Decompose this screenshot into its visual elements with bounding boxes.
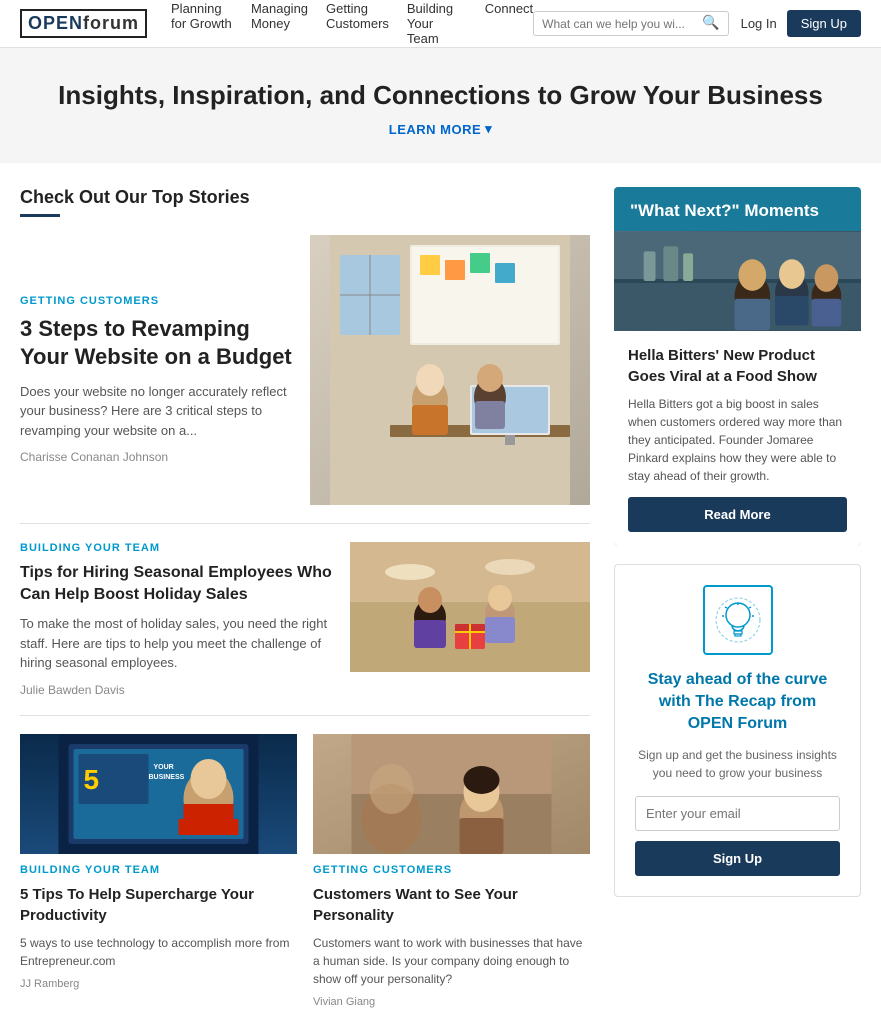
hero-section: Insights, Inspiration, and Connections t… xyxy=(0,48,881,163)
story-4-category[interactable]: GETTING CUSTOMERS xyxy=(313,864,590,876)
what-next-desc: Hella Bitters got a big boost in sales w… xyxy=(628,395,847,485)
left-column: Check Out Our Top Stories GETTING CUSTOM… xyxy=(20,187,590,1008)
story-4-image[interactable] xyxy=(313,734,590,854)
nav-getting[interactable]: Getting Customers xyxy=(326,1,389,46)
story-2-content: BUILDING YOUR TEAM Tips for Hiring Seaso… xyxy=(20,542,334,697)
newsletter-icon xyxy=(703,585,773,655)
story-2-desc: To make the most of holiday sales, you n… xyxy=(20,614,334,673)
what-next-title[interactable]: Hella Bitters' New Product Goes Viral at… xyxy=(628,345,847,387)
story-4-illustration xyxy=(313,734,590,854)
nav-links: Planning for Growth Managing Money Getti… xyxy=(171,1,533,46)
site-logo[interactable]: OPENforum xyxy=(20,9,147,38)
main-nav: OPENforum Planning for Growth Managing M… xyxy=(0,0,881,48)
story-4-title[interactable]: Customers Want to See Your Personality xyxy=(313,884,590,926)
story-3-illustration: msnbc 5 YOUR BUSINESS xyxy=(20,734,297,854)
signup-button[interactable]: Sign Up xyxy=(787,10,861,37)
login-button[interactable]: Log In xyxy=(741,16,777,31)
nav-planning[interactable]: Planning for Growth xyxy=(171,1,233,46)
nav-building[interactable]: Building Your Team xyxy=(407,1,467,46)
story-2: BUILDING YOUR TEAM Tips for Hiring Seaso… xyxy=(20,542,590,716)
story-1-illustration xyxy=(330,235,570,505)
hero-title: Insights, Inspiration, and Connections t… xyxy=(20,80,861,111)
auth-buttons: Log In Sign Up xyxy=(741,10,861,37)
stories-grid: msnbc 5 YOUR BUSINESS BUILDING YOUR TEAM xyxy=(20,734,590,1008)
story-2-illustration xyxy=(350,542,590,672)
story-1-desc: Does your website no longer accurately r… xyxy=(20,382,294,441)
story-1-content: GETTING CUSTOMERS 3 Steps to Revamping Y… xyxy=(20,235,310,505)
story-3-desc: 5 ways to use technology to accomplish m… xyxy=(20,934,297,970)
what-next-body: Hella Bitters' New Product Goes Viral at… xyxy=(614,331,861,546)
story-1-title[interactable]: 3 Steps to Revamping Your Website on a B… xyxy=(20,315,294,372)
newsletter-desc: Sign up and get the business insights yo… xyxy=(635,746,840,782)
what-next-header: "What Next?" Moments xyxy=(614,187,861,231)
newsletter-title: Stay ahead of the curve with The Recap f… xyxy=(635,669,840,736)
story-1-category[interactable]: GETTING CUSTOMERS xyxy=(20,295,294,307)
section-underline xyxy=(20,214,60,217)
svg-text:5: 5 xyxy=(84,764,100,795)
story-3-title[interactable]: 5 Tips To Help Supercharge Your Producti… xyxy=(20,884,297,926)
right-column: "What Next?" Moments xyxy=(614,187,861,1008)
story-2-author: Julie Bawden Davis xyxy=(20,683,334,697)
nav-connect[interactable]: Connect xyxy=(485,1,533,46)
search-icon[interactable]: 🔍 xyxy=(702,15,719,32)
search-input[interactable] xyxy=(542,17,702,31)
learn-more-link[interactable]: LEARN MORE ▾ xyxy=(389,121,492,137)
story-2-title[interactable]: Tips for Hiring Seasonal Employees Who C… xyxy=(20,562,334,607)
story-1-author: Charisse Conanan Johnson xyxy=(20,450,294,464)
main-container: Check Out Our Top Stories GETTING CUSTOM… xyxy=(0,163,881,1032)
what-next-card: "What Next?" Moments xyxy=(614,187,861,546)
newsletter-card: Stay ahead of the curve with The Recap f… xyxy=(614,564,861,897)
story-4: GETTING CUSTOMERS Customers Want to See … xyxy=(313,734,590,1008)
story-3-category[interactable]: BUILDING YOUR TEAM xyxy=(20,864,297,876)
story-3-author: JJ Ramberg xyxy=(20,978,297,990)
story-3-image[interactable]: msnbc 5 YOUR BUSINESS xyxy=(20,734,297,854)
read-more-button[interactable]: Read More xyxy=(628,497,847,532)
story-4-desc: Customers want to work with businesses t… xyxy=(313,934,590,988)
nav-managing[interactable]: Managing Money xyxy=(251,1,308,46)
newsletter-signup-button[interactable]: Sign Up xyxy=(635,841,840,876)
story-1: GETTING CUSTOMERS 3 Steps to Revamping Y… xyxy=(20,235,590,524)
search-box: 🔍 xyxy=(533,11,728,36)
what-next-image[interactable] xyxy=(614,231,861,331)
story-4-author: Vivian Giang xyxy=(313,996,590,1008)
lightbulb-icon xyxy=(713,595,763,645)
story-1-image[interactable] xyxy=(310,235,590,505)
story-2-image[interactable] xyxy=(350,542,590,697)
story-3: msnbc 5 YOUR BUSINESS BUILDING YOUR TEAM xyxy=(20,734,297,1008)
svg-text:YOUR: YOUR xyxy=(154,764,174,771)
newsletter-email-input[interactable] xyxy=(635,796,840,831)
chevron-down-icon: ▾ xyxy=(485,121,492,137)
story-2-category[interactable]: BUILDING YOUR TEAM xyxy=(20,542,334,554)
what-next-illustration xyxy=(614,231,861,331)
svg-text:BUSINESS: BUSINESS xyxy=(149,774,185,781)
section-title: Check Out Our Top Stories xyxy=(20,187,590,208)
